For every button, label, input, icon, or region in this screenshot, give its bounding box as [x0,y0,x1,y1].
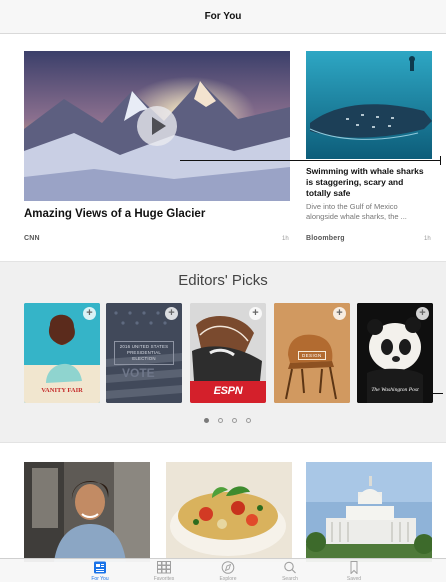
tab-favorites-label: Favorites [153,576,175,582]
pick-design[interactable]: DESIGN + [274,303,350,403]
play-icon [152,117,166,135]
tab-saved[interactable]: Saved [324,559,384,582]
tab-search-label: Search [282,576,298,582]
page-title: For You [204,11,242,22]
tab-for-you[interactable]: For You [70,559,130,582]
espn-label: ESPN [213,385,243,397]
tab-explore-label: Explore [219,576,237,582]
editors-picks-title: Editors' Picks [178,272,268,289]
page-dot[interactable] [232,418,237,423]
compass-icon [221,561,235,574]
vanity-fair-label: VANITY FAIR [41,387,83,394]
side-age: 1h [424,236,431,242]
woman-portrait-image [24,462,150,562]
story-capitol-thumbnail[interactable] [306,462,432,562]
for-you-icon [94,561,106,574]
bookmark-icon [350,561,358,574]
story-food-thumbnail[interactable] [166,462,292,562]
story-portrait-thumbnail[interactable] [24,462,150,562]
page-dot[interactable] [246,418,251,423]
pick-election[interactable]: VOTE 2016 UNITED STATES PRESIDENTIAL ELE… [106,303,182,403]
hero-headline[interactable]: Amazing Views of a Huge Glacier [24,207,290,221]
add-vanity-fair-button[interactable]: + [83,307,96,320]
washington-post-label: The Washington Post [371,387,419,393]
play-button[interactable] [137,106,177,146]
top-stories: Amazing Views of a Huge Glacier CNN 1h S… [0,34,446,262]
tab-bar: For You Favorites Explore Search Saved [0,558,446,582]
hero-video-card[interactable] [24,51,290,201]
add-espn-button[interactable]: + [249,307,262,320]
tab-for-you-label: For You [91,576,109,582]
design-label: DESIGN [298,351,326,360]
more-stories [0,442,446,562]
whale-shark-headline[interactable]: Swimming with whale sharks is staggering… [306,166,428,199]
capitol-building-image [306,462,432,562]
tab-favorites[interactable]: Favorites [134,559,194,582]
whale-shark-image[interactable] [306,51,432,159]
add-election-button[interactable]: + [165,307,178,320]
add-washington-post-button[interactable]: + [416,307,429,320]
favorites-grid-icon [157,561,171,574]
add-design-button[interactable]: + [333,307,346,320]
tab-search[interactable]: Search [260,559,320,582]
pick-espn[interactable]: ESPN + [190,303,266,403]
nav-bar: For You [0,0,446,34]
side-source-logo: Bloomberg [306,235,345,242]
search-icon [284,561,296,574]
callout-tick [440,156,441,165]
tab-explore[interactable]: Explore [198,559,258,582]
pick-washington-post[interactable]: The Washington Post + [357,303,433,403]
whale-shark-photo [306,51,432,159]
hero-source-logo: CNN [24,235,40,242]
callout-line [180,160,440,161]
election-label: 2016 UNITED STATES PRESIDENTIAL ELECTION [114,341,174,365]
editors-picks-section: Editors' Picks VANITY FAIR + VOTE 2016 U… [0,262,446,442]
pick-vanity-fair[interactable]: VANITY FAIR + [24,303,100,403]
page-indicator[interactable] [200,418,260,428]
hero-age: 1h [282,236,289,242]
whale-shark-summary: Dive into the Gulf of Mexico alongside w… [306,202,407,221]
tab-saved-label: Saved [346,576,362,582]
callout-line-editors [431,393,443,394]
salad-bowl-image [166,462,292,562]
page-dot[interactable] [218,418,223,423]
svg-text:VOTE: VOTE [122,366,155,380]
page-dot[interactable] [204,418,209,423]
